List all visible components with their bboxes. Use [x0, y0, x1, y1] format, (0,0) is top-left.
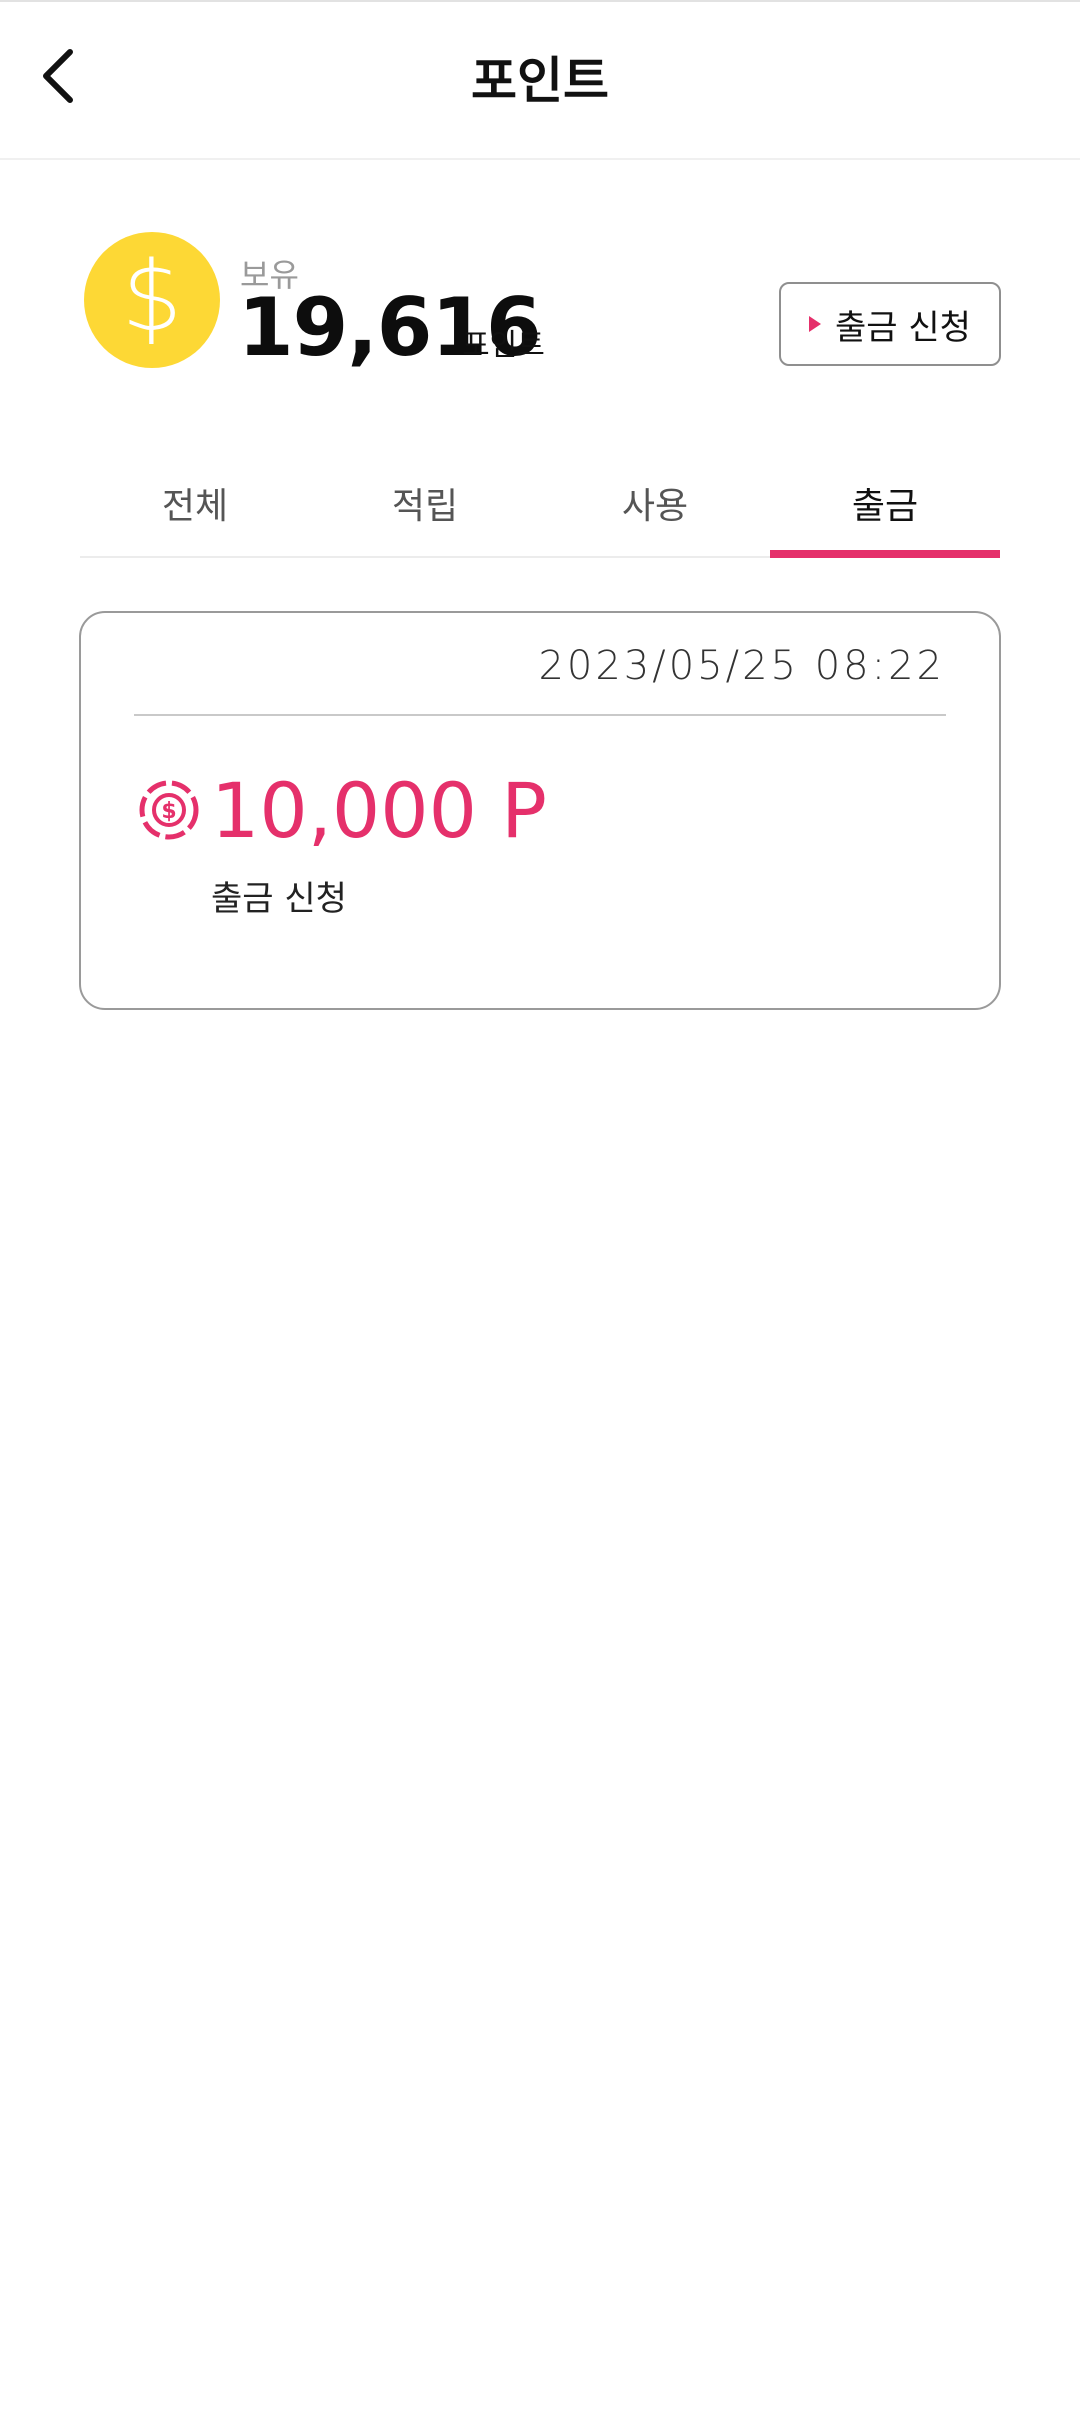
withdraw-request-button[interactable]: 출금 신청: [779, 282, 1001, 366]
back-button[interactable]: [26, 32, 90, 120]
play-icon: [809, 316, 822, 332]
page-title: 포인트: [471, 52, 609, 110]
balance-section: $ 보유 19,616 포인트 출금 신청: [0, 160, 1080, 430]
dollar-coin-icon: $: [84, 232, 220, 368]
tab-label: 사용: [621, 486, 689, 527]
svg-text:$: $: [161, 799, 176, 824]
tab-used[interactable]: 사용: [540, 450, 770, 556]
history-tabs: 전체 적립 사용 출금: [80, 450, 1000, 558]
svg-text:$: $: [121, 250, 182, 350]
withdraw-coin-icon: $: [139, 780, 199, 840]
tab-earned[interactable]: 적립: [310, 450, 540, 556]
tab-withdrawal[interactable]: 출금: [770, 450, 1000, 558]
tab-label: 적립: [391, 486, 459, 527]
app-bar: 포인트: [0, 2, 1080, 160]
history-amount: 10,000 P: [211, 766, 547, 855]
tab-label: 출금: [851, 486, 919, 527]
tab-all[interactable]: 전체: [80, 450, 310, 556]
chevron-left-icon: [43, 49, 73, 103]
history-description: 출금 신청: [211, 879, 347, 919]
card-divider: [134, 714, 946, 716]
tab-label: 전체: [161, 486, 229, 527]
balance-unit: 포인트: [462, 328, 545, 363]
history-date: 2023/05/25 08:22: [538, 643, 945, 689]
withdraw-request-label: 출금 신청: [835, 307, 971, 348]
history-card: 2023/05/25 08:22 $ 10,000 P 출금 신청: [79, 611, 1001, 1010]
